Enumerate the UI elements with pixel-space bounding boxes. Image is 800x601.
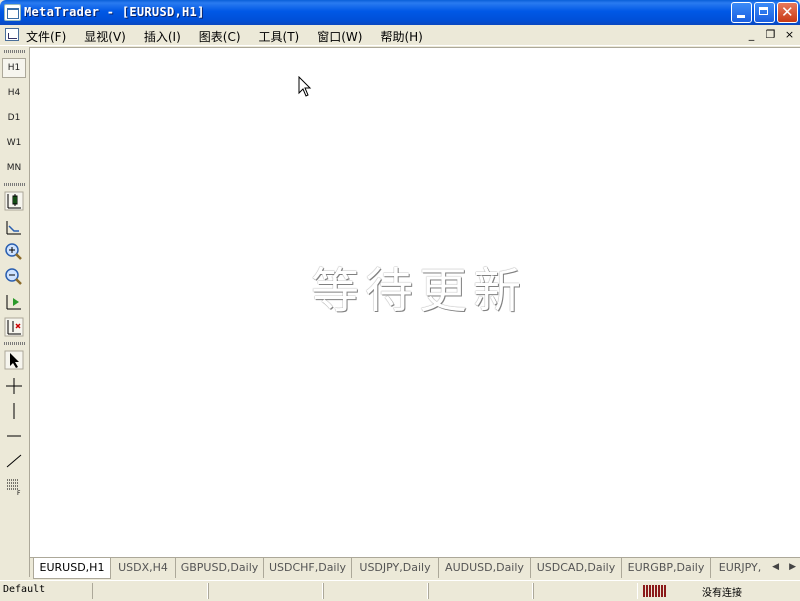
menu-file[interactable]: 文件(F) xyxy=(26,28,66,45)
tab-usdchf-daily[interactable]: USDCHF,Daily xyxy=(264,558,352,578)
mdi-close-button[interactable]: × xyxy=(783,28,796,41)
profile-name: Default xyxy=(3,584,46,595)
timeframe-mn[interactable]: MN xyxy=(2,158,26,178)
status-cell xyxy=(533,583,638,599)
toolbar-grip[interactable] xyxy=(4,342,25,345)
chart-tabs: EURUSD,H1 USDX,H4 GBPUSD,Daily USDCHF,Da… xyxy=(30,557,800,579)
tab-eurjpy[interactable]: EURJPY, xyxy=(711,558,769,578)
main-menu: 文件(F) 显视(V) 插入(I) 图表(C) 工具(T) 窗口(W) 帮助(H… xyxy=(26,28,441,45)
status-cell xyxy=(323,583,428,599)
menu-bar: 文件(F) 显视(V) 插入(I) 图表(C) 工具(T) 窗口(W) 帮助(H… xyxy=(0,25,800,46)
left-toolbar: H1 H4 D1 W1 MN F xyxy=(0,47,30,577)
mdi-restore-button[interactable]: ❐ xyxy=(764,28,777,41)
menu-view[interactable]: 显视(V) xyxy=(84,28,126,45)
close-icon: ✕ xyxy=(781,3,794,21)
toolbar-grip[interactable] xyxy=(4,50,25,53)
timeframe-h4[interactable]: H4 xyxy=(2,83,26,103)
chart-bars-icon[interactable] xyxy=(4,191,24,211)
zoom-out-icon[interactable] xyxy=(4,267,24,287)
tab-eurusd-h1[interactable]: EURUSD,H1 xyxy=(33,558,111,579)
timeframe-h1[interactable]: H1 xyxy=(2,58,26,78)
horizontal-line-icon[interactable] xyxy=(4,426,24,446)
menu-charts[interactable]: 图表(C) xyxy=(199,28,241,45)
connection-indicator-icon xyxy=(643,585,667,597)
app-icon[interactable] xyxy=(4,4,21,21)
close-button[interactable]: ✕ xyxy=(777,2,798,23)
minimize-icon xyxy=(737,15,745,18)
tab-gbpusd-daily[interactable]: GBPUSD,Daily xyxy=(176,558,264,578)
toolbar-grip[interactable] xyxy=(4,183,25,186)
restore-button[interactable] xyxy=(754,2,775,23)
waiting-update-text: 等待更新 xyxy=(311,263,528,319)
menu-insert[interactable]: 插入(I) xyxy=(144,28,181,45)
cursor-icon[interactable] xyxy=(4,350,24,370)
tab-usdx-h4[interactable]: USDX,H4 xyxy=(111,558,176,578)
chart-shift-icon[interactable] xyxy=(4,217,24,237)
mdi-controls: _ ❐ × xyxy=(745,28,796,41)
trendline-icon[interactable] xyxy=(4,451,24,471)
tab-audusd-daily[interactable]: AUDUSD,Daily xyxy=(439,558,531,578)
vertical-line-icon[interactable] xyxy=(4,401,24,421)
tab-scroll-left-icon[interactable]: ◀ xyxy=(772,562,779,572)
crosshair-icon[interactable] xyxy=(4,376,24,396)
menu-window[interactable]: 窗口(W) xyxy=(317,28,362,45)
tab-eurgbp-daily[interactable]: EURGBP,Daily xyxy=(622,558,711,578)
mdi-minimize-button[interactable]: _ xyxy=(745,28,758,41)
crosshair-period-icon[interactable] xyxy=(4,317,24,337)
tab-usdjpy-daily[interactable]: USDJPY,Daily xyxy=(352,558,439,578)
autoscroll-icon[interactable] xyxy=(4,292,24,312)
menu-help[interactable]: 帮助(H) xyxy=(380,28,422,45)
svg-text:F: F xyxy=(17,490,21,496)
mouse-pointer-icon xyxy=(298,76,312,97)
tab-scroll-right-icon[interactable]: ▶ xyxy=(789,562,796,572)
timeframe-w1[interactable]: W1 xyxy=(2,133,26,153)
status-cell xyxy=(208,583,323,599)
connection-status: 没有连接 xyxy=(702,588,742,599)
fibonacci-icon[interactable]: F xyxy=(4,476,24,496)
status-cell xyxy=(92,583,208,599)
menu-tools[interactable]: 工具(T) xyxy=(259,28,300,45)
timeframe-d1[interactable]: D1 xyxy=(2,108,26,128)
chart-canvas[interactable]: 等待更新 xyxy=(30,47,800,557)
tab-scroll: ◀ ▶ xyxy=(772,562,796,572)
minimize-button[interactable] xyxy=(731,2,752,23)
title-bar[interactable]: MetaTrader - [EURUSD,H1] ✕ xyxy=(0,0,800,25)
chart-window-icon[interactable] xyxy=(5,28,19,41)
status-cell xyxy=(428,583,533,599)
restore-icon xyxy=(759,7,768,15)
tab-usdcad-daily[interactable]: USDCAD,Daily xyxy=(531,558,622,578)
status-bar: Default 没有连接 xyxy=(0,580,800,601)
window-title: MetaTrader - [EURUSD,H1] xyxy=(24,5,205,19)
zoom-in-icon[interactable] xyxy=(4,242,24,262)
